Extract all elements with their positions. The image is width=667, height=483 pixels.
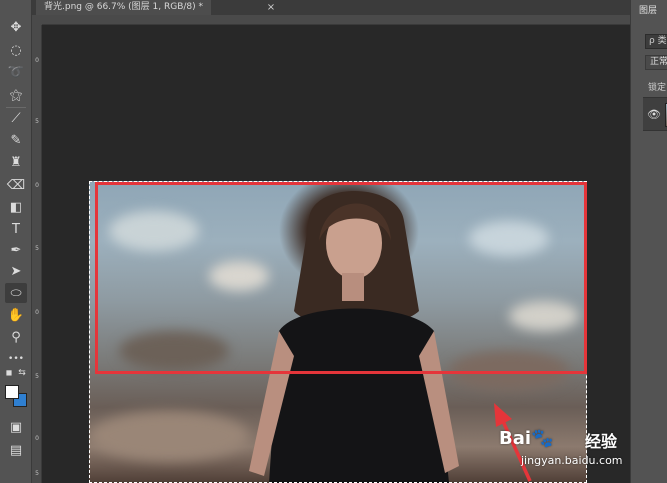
eye-icon[interactable]: 👁	[647, 108, 661, 121]
ruler-mark: 0	[35, 435, 39, 442]
quick-mask-icon[interactable]: ▣	[5, 417, 27, 437]
document-tab[interactable]: 背光.png @ 66.7% (图层 1, RGB/8) *	[36, 0, 212, 15]
watermark-url: jingyan.baidu.com	[521, 454, 623, 467]
ruler-mark: 5	[35, 373, 39, 380]
type-tool-icon[interactable]: T	[5, 219, 27, 239]
annotation-highlight-box	[95, 182, 587, 374]
tools-panel: ✥ ◌ ➰ ⚝ ⟋ ✎ ♜ ⌫ ◧ T ✒ ➤ ⬭ ✋ ⚲ ••• ◼ ⇆ ▣ …	[0, 0, 32, 483]
pen-tool-icon[interactable]: ✒	[5, 240, 27, 260]
ruler-mark: 5	[35, 470, 39, 477]
horizontal-ruler	[42, 15, 630, 25]
lock-label: 锁定	[648, 83, 667, 93]
move-tool-icon[interactable]: ✥	[5, 17, 27, 37]
more-tools-icon[interactable]: •••	[5, 349, 27, 369]
layers-panel-title[interactable]: 图层	[639, 3, 657, 16]
hand-tool-icon[interactable]: ✋	[5, 305, 27, 325]
lasso-icon[interactable]: ➰	[5, 62, 27, 82]
photoshop-window: ✥ ◌ ➰ ⚝ ⟋ ✎ ♜ ⌫ ◧ T ✒ ➤ ⬭ ✋ ⚲ ••• ◼ ⇆ ▣ …	[0, 0, 667, 483]
vertical-ruler: 0 5 0 5 0 5 0 5	[32, 25, 42, 483]
layers-panel: 图层 ρ 类 正常 锁定 👁	[630, 0, 667, 483]
ruler-mark: 5	[35, 245, 39, 252]
zoom-tool-icon[interactable]: ⚲	[5, 327, 27, 347]
eyedropper-icon[interactable]: ⟋	[5, 108, 27, 128]
watermark-brand: Bai🐾	[499, 428, 554, 449]
document-tab-bar: 背光.png @ 66.7% (图层 1, RGB/8) * ×	[32, 0, 630, 15]
magic-wand-icon[interactable]: ⚝	[5, 85, 27, 105]
layer-row[interactable]: 👁	[643, 97, 667, 131]
swap-colors-icon[interactable]: ⇆	[16, 368, 28, 378]
layer-filter-input[interactable]: ρ 类	[645, 34, 667, 49]
ruler-corner	[32, 15, 42, 25]
gradient-icon[interactable]: ◧	[5, 197, 27, 217]
close-icon[interactable]: ×	[264, 0, 278, 15]
blend-mode-select[interactable]: 正常	[645, 55, 667, 70]
baidu-watermark: Bai🐾 经验 jingyan.baidu.com	[497, 420, 637, 476]
ellipse-shape-icon[interactable]: ⬭	[5, 283, 27, 303]
canvas-workspace[interactable]	[42, 25, 630, 483]
ruler-mark: 0	[35, 309, 39, 316]
document-tab-title: 背光.png @ 66.7% (图层 1, RGB/8) *	[44, 2, 204, 12]
ruler-mark: 0	[35, 182, 39, 189]
default-colors-icon[interactable]: ◼	[3, 368, 15, 378]
elliptical-marquee-icon[interactable]: ◌	[5, 40, 27, 60]
ruler-mark: 0	[35, 57, 39, 64]
ruler-mark: 5	[35, 118, 39, 125]
path-selection-icon[interactable]: ➤	[5, 261, 27, 281]
brush-icon[interactable]: ✎	[5, 130, 27, 150]
eraser-icon[interactable]: ⌫	[5, 175, 27, 195]
screen-mode-icon[interactable]: ▤	[5, 440, 27, 460]
stamp-icon[interactable]: ♜	[5, 152, 27, 172]
watermark-brand-cn: 经验	[585, 432, 618, 451]
foreground-color-swatch[interactable]	[5, 385, 19, 399]
